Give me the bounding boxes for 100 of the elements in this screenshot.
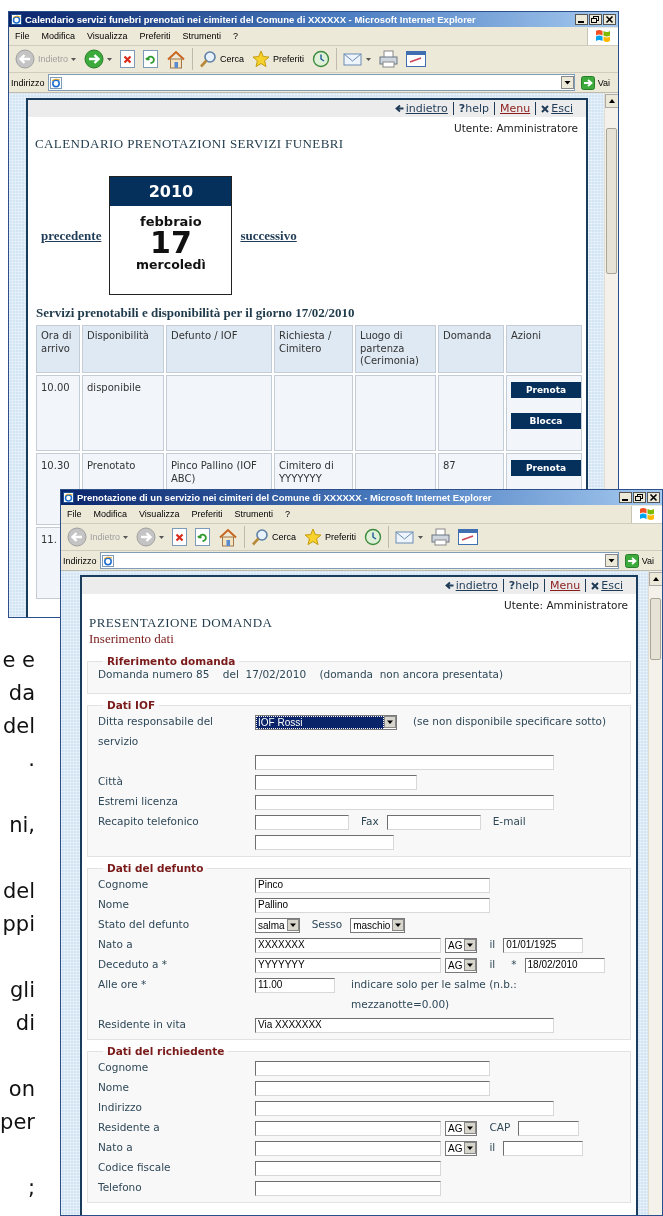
text-field[interactable] xyxy=(255,814,349,830)
text-field[interactable]: Pinco xyxy=(255,877,490,893)
refresh-icon xyxy=(143,50,159,68)
menu-item[interactable]: Modifica xyxy=(87,509,134,519)
envelope-icon xyxy=(395,529,416,545)
close-button[interactable] xyxy=(647,492,660,503)
minimize-button[interactable] xyxy=(619,492,632,503)
dropdown-button[interactable] xyxy=(604,554,618,567)
dropdown-button[interactable] xyxy=(560,76,574,89)
menu-item[interactable]: ? xyxy=(278,509,296,519)
menu-item[interactable]: Modifica xyxy=(35,31,82,41)
menu-item[interactable]: Visualizza xyxy=(81,31,134,41)
scroll-up-button[interactable] xyxy=(649,572,662,586)
text-field[interactable]: YYYYYYY xyxy=(255,957,441,973)
text-field[interactable] xyxy=(255,1060,490,1076)
scrollbar[interactable] xyxy=(604,93,618,491)
scrollbar-thumb[interactable] xyxy=(650,598,661,660)
caret-icon xyxy=(384,716,396,728)
search-button[interactable]: Cerca xyxy=(195,48,249,70)
section-title: Riferimento domanda xyxy=(106,655,237,667)
field-label: Recapito telefonico xyxy=(98,814,200,829)
paragraph-text: on per xyxy=(0,1076,35,1136)
menu-item[interactable]: Preferiti xyxy=(133,31,177,41)
text-field[interactable]: Via XXXXXXX xyxy=(255,1017,554,1033)
action-button[interactable]: Blocca xyxy=(511,413,581,429)
caret-icon xyxy=(107,57,113,61)
go-button[interactable]: Vai xyxy=(577,75,616,90)
text-field[interactable] xyxy=(518,1120,580,1136)
text-field[interactable] xyxy=(255,774,417,790)
dropdown[interactable]: AG xyxy=(445,1140,478,1156)
text-field[interactable] xyxy=(255,1180,441,1196)
back-link[interactable]: indietro xyxy=(405,102,448,115)
reference-text: Domanda numero 85 del 17/02/2010 (domanda non ancora presentata) xyxy=(98,667,505,682)
restore-button[interactable] xyxy=(633,492,646,503)
next-link[interactable]: successivo xyxy=(240,227,297,244)
text-field[interactable] xyxy=(503,1140,584,1156)
column-header: Azioni xyxy=(506,325,582,373)
search-icon xyxy=(199,50,218,68)
text-field[interactable] xyxy=(255,1120,441,1136)
dropdown[interactable]: AG xyxy=(445,937,478,953)
favorites-button[interactable]: Preferiti xyxy=(300,526,361,548)
menu-item[interactable]: File xyxy=(9,31,36,41)
field-label: Sesso xyxy=(311,918,343,930)
go-button[interactable]: Vai xyxy=(621,553,660,568)
text-field[interactable]: 18/02/2010 xyxy=(524,957,605,973)
field-label: Indirizzo xyxy=(98,1100,143,1115)
scrollbar[interactable] xyxy=(648,571,662,1215)
previous-link[interactable]: precedente xyxy=(41,227,102,244)
menu-link[interactable]: Menu xyxy=(550,579,581,592)
address-label: Indirizzo xyxy=(11,77,45,88)
action-button[interactable]: Prenota xyxy=(511,382,581,398)
back-link[interactable]: indietro xyxy=(455,579,498,592)
restore-button[interactable] xyxy=(589,14,602,25)
scroll-up-button[interactable] xyxy=(605,94,618,108)
dropdown[interactable]: AG xyxy=(445,957,478,973)
action-button[interactable]: Prenota xyxy=(511,460,581,476)
field-label: Stato del defunto xyxy=(98,917,191,932)
exit-link[interactable]: Esci xyxy=(601,579,623,592)
search-icon xyxy=(251,528,270,546)
user-label: Utente: Amministratore xyxy=(503,598,629,611)
text-field[interactable] xyxy=(255,834,394,850)
menu-link[interactable]: Menu xyxy=(500,102,531,115)
field-label: il xyxy=(489,1141,496,1153)
close-button[interactable] xyxy=(603,14,616,25)
text-field[interactable]: 11.00 xyxy=(255,977,335,993)
address-field[interactable] xyxy=(99,552,619,569)
text-field[interactable] xyxy=(255,1140,441,1156)
favorites-button[interactable]: Preferiti xyxy=(248,48,309,70)
minimize-button[interactable] xyxy=(575,14,588,25)
text-field[interactable] xyxy=(255,1100,554,1116)
table-cell: 10.00 xyxy=(36,375,80,451)
field-label: Alle ore * xyxy=(98,977,148,992)
text-field[interactable]: 01/01/1925 xyxy=(503,937,584,953)
dropdown[interactable]: maschio xyxy=(350,917,406,933)
text-field[interactable]: Pallino xyxy=(255,897,490,913)
help-link[interactable]: ?help xyxy=(458,102,489,115)
text-field[interactable]: XXXXXXX xyxy=(255,937,441,953)
scrollbar-thumb[interactable] xyxy=(606,128,617,274)
text-field[interactable] xyxy=(386,814,481,830)
page-subheading: Inserimento dati xyxy=(88,631,175,648)
menu-item[interactable]: Strumenti xyxy=(176,31,227,41)
search-button[interactable]: Cerca xyxy=(247,526,301,548)
exit-link[interactable]: Esci xyxy=(551,102,573,115)
section-title: Dati del defunto xyxy=(106,862,205,874)
caret-icon xyxy=(286,919,299,931)
help-link[interactable]: ?help xyxy=(508,579,539,592)
dropdown[interactable]: salma xyxy=(255,917,300,933)
text-field[interactable] xyxy=(255,1160,441,1176)
dropdown[interactable]: IOF Rossi xyxy=(255,714,397,730)
menu-item[interactable]: Preferiti xyxy=(185,509,229,519)
user-label: Utente: Amministratore xyxy=(453,121,579,134)
text-field[interactable] xyxy=(255,754,554,770)
text-field[interactable] xyxy=(255,794,554,810)
dropdown[interactable]: AG xyxy=(445,1120,478,1136)
column-header: Disponibilità xyxy=(82,325,164,373)
year-label: 2010 xyxy=(110,177,232,206)
address-field[interactable] xyxy=(47,74,575,91)
text-field[interactable] xyxy=(255,1080,490,1096)
paragraph-text: ni, xyxy=(8,812,35,839)
menu-item[interactable]: ? xyxy=(226,31,244,41)
